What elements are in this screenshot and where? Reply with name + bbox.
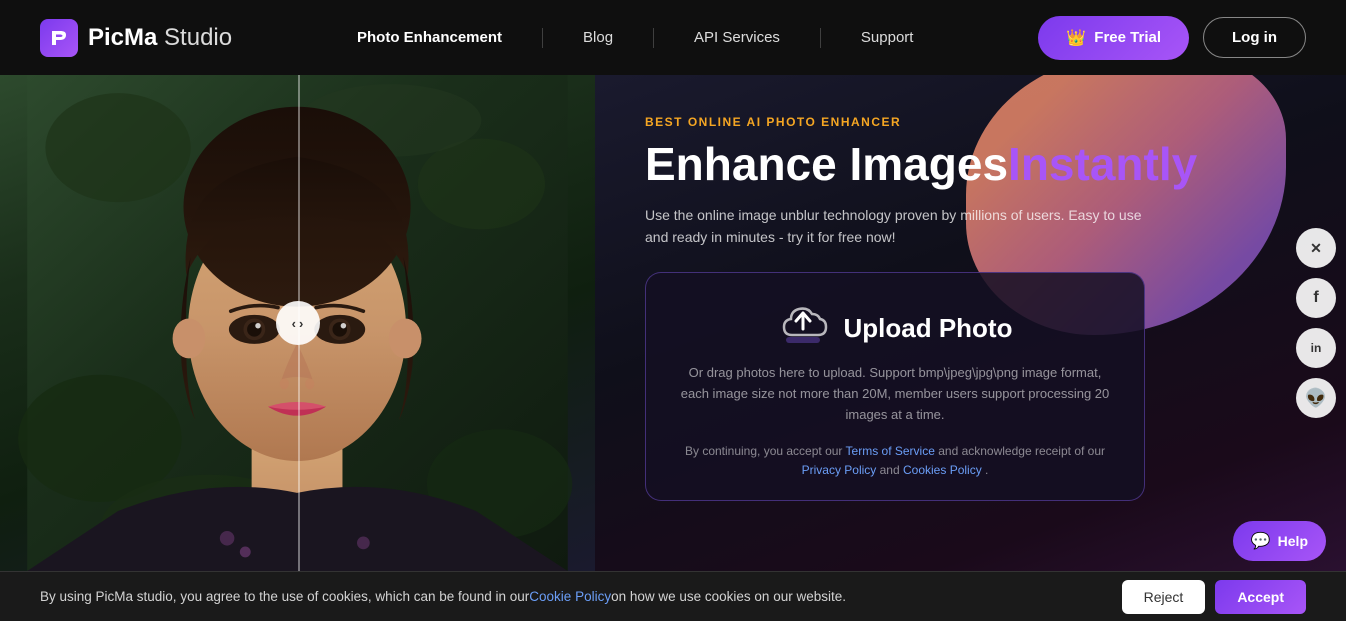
social-x-button[interactable]: ✕ — [1296, 228, 1336, 268]
nav-actions: 👑 Free Trial Log in — [1038, 16, 1306, 60]
cloud-upload-icon — [778, 301, 828, 355]
nav-divider-2 — [653, 28, 654, 48]
main-area: ‹ › BEST ONLINE AI PHOTO ENHANCER Enhanc… — [0, 75, 1346, 571]
cookie-banner: By using PicMa studio, you agree to the … — [0, 571, 1346, 621]
social-linkedin-button[interactable]: in — [1296, 328, 1336, 368]
nav-divider-3 — [820, 28, 821, 48]
accept-cookies-button[interactable]: Accept — [1215, 580, 1306, 614]
cookie-policy-link[interactable]: Cookie Policy — [529, 589, 611, 604]
hero-subtitle: BEST ONLINE AI PHOTO ENHANCER — [645, 115, 1296, 129]
nav-links: Photo Enhancement Blog API Services Supp… — [357, 28, 913, 48]
nav-photo-enhancement[interactable]: Photo Enhancement — [357, 29, 502, 46]
headline-white: Enhance Images — [645, 138, 1008, 190]
headline-purple: Instantly — [1008, 138, 1197, 190]
messenger-icon: 💬 — [1251, 531, 1271, 551]
upload-title: Upload Photo — [844, 313, 1013, 344]
photo-comparison: ‹ › — [0, 75, 595, 571]
hero-description: Use the online image unblur technology p… — [645, 204, 1145, 249]
content-side: BEST ONLINE AI PHOTO ENHANCER Enhance Im… — [595, 75, 1346, 571]
arrow-right: › — [299, 316, 303, 331]
login-button[interactable]: Log in — [1203, 17, 1306, 58]
logo-icon — [40, 19, 78, 57]
social-sidebar: ✕ f in 👽 — [1296, 228, 1336, 418]
crown-icon: 👑 — [1066, 28, 1086, 48]
terms-of-service-link[interactable]: Terms of Service — [846, 444, 935, 458]
upload-top: Upload Photo Or drag photos here to uplo… — [676, 301, 1114, 425]
arrow-left: ‹ — [292, 316, 296, 331]
navbar: PicMa Studio Photo Enhancement Blog API … — [0, 0, 1346, 75]
free-trial-button[interactable]: 👑 Free Trial — [1038, 16, 1189, 60]
reject-cookies-button[interactable]: Reject — [1122, 580, 1206, 614]
social-facebook-button[interactable]: f — [1296, 278, 1336, 318]
upload-card[interactable]: Upload Photo Or drag photos here to uplo… — [645, 272, 1145, 501]
upload-icon-area: Upload Photo — [778, 301, 1013, 355]
hero-headline: Enhance ImagesInstantly — [645, 139, 1296, 190]
terms-text: By continuing, you accept our Terms of S… — [676, 442, 1114, 480]
nav-support[interactable]: Support — [861, 29, 914, 46]
cookie-text: By using PicMa studio, you agree to the … — [40, 589, 1112, 604]
slider-control[interactable]: ‹ › — [276, 301, 320, 345]
cookies-policy-link[interactable]: Cookies Policy — [903, 463, 982, 477]
upload-description: Or drag photos here to upload. Support b… — [676, 363, 1114, 425]
content-inner: BEST ONLINE AI PHOTO ENHANCER Enhance Im… — [645, 115, 1296, 501]
logo-area: PicMa Studio — [40, 19, 232, 57]
photo-background: ‹ › — [0, 75, 595, 571]
slider-arrows: ‹ › — [292, 316, 304, 331]
nav-divider-1 — [542, 28, 543, 48]
nav-blog[interactable]: Blog — [583, 29, 613, 46]
privacy-policy-link[interactable]: Privacy Policy — [802, 463, 877, 477]
social-reddit-button[interactable]: 👽 — [1296, 378, 1336, 418]
nav-api-services[interactable]: API Services — [694, 29, 780, 46]
help-button[interactable]: 💬 Help — [1233, 521, 1326, 561]
logo-text: PicMa Studio — [88, 24, 232, 52]
